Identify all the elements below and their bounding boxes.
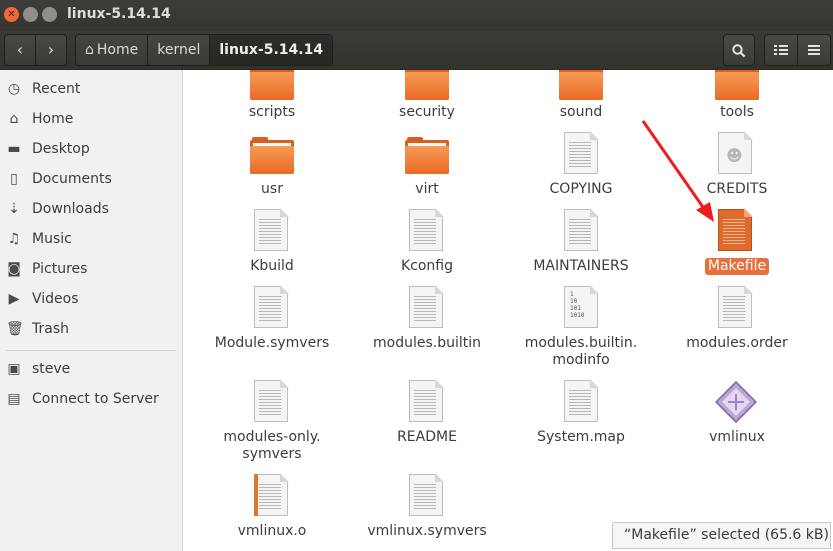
file-grid: scripts security sound tools usr virt CO…: [183, 70, 833, 551]
maximize-window-button[interactable]: [42, 7, 57, 22]
text-file-icon: [409, 379, 444, 422]
list-view-button[interactable]: [765, 35, 797, 65]
server-icon: ▤: [7, 391, 21, 407]
music-icon: ♫: [7, 231, 21, 247]
annotation-arrow: [641, 120, 714, 222]
breadcrumb-kernel[interactable]: kernel: [147, 35, 210, 65]
sidebar-item-downloads[interactable]: ⇣ Downloads: [0, 195, 182, 223]
sidebar-item-desktop[interactable]: ▬ Desktop: [0, 135, 182, 163]
sidebar-item-home[interactable]: ⌂ Home: [0, 105, 182, 133]
minimize-window-button[interactable]: [23, 7, 38, 22]
title-bar: ✕ linux-5.14.14: [0, 0, 833, 31]
folder-icon: [250, 137, 294, 174]
trash-icon: 🗑: [6, 321, 24, 337]
text-file-icon: [254, 208, 289, 251]
back-button[interactable]: ‹: [5, 35, 35, 65]
sidebar-item-videos[interactable]: ▶ Videos: [0, 285, 182, 313]
text-file-icon: [564, 379, 599, 422]
home-icon: ⌂: [85, 42, 94, 58]
menu-icon: [808, 45, 820, 55]
file-item-modules-order[interactable]: modules.order: [662, 285, 812, 371]
file-item-tools[interactable]: tools: [662, 70, 812, 125]
text-file-icon: [718, 285, 753, 328]
file-item-sound[interactable]: sound: [506, 70, 656, 125]
file-item-modules-builtin-modinfo[interactable]: 1 10 101 1010 modules.builtin. modinfo: [506, 285, 656, 371]
file-item-copying[interactable]: COPYING: [506, 131, 656, 202]
window-title: linux-5.14.14: [67, 6, 171, 22]
search-icon: [732, 43, 746, 57]
folder-icon: ▬: [7, 141, 21, 157]
view-controls: [764, 34, 831, 66]
sidebar-item-trash[interactable]: 🗑 Trash: [0, 315, 182, 343]
file-item-vmlinux[interactable]: vmlinux: [662, 380, 812, 450]
toolbar: ‹ › ⌂ Home kernel linux-5.14.14: [0, 31, 833, 70]
text-file-icon: [409, 208, 444, 251]
sidebar-item-documents[interactable]: ▯ Documents: [0, 165, 182, 193]
text-file-icon: [254, 285, 289, 328]
file-item-maintainers[interactable]: MAINTAINERS: [506, 208, 656, 279]
document-icon: ▯: [10, 171, 18, 187]
chevron-right-icon: ›: [47, 40, 55, 59]
executable-icon: [715, 381, 757, 423]
makefile-icon: [718, 208, 753, 251]
file-item-modules-builtin[interactable]: modules.builtin: [352, 285, 502, 371]
file-item-modules-only-symvers[interactable]: modules-only. symvers: [197, 379, 347, 465]
contact-file-icon: ☻: [718, 131, 753, 174]
sidebar-item-connect-to-server[interactable]: ▤ Connect to Server: [0, 385, 182, 413]
selection-status: “Makefile” selected (65.6 kB): [612, 522, 831, 549]
folder-icon: [405, 137, 449, 174]
download-icon: ⇣: [8, 201, 20, 217]
text-file-icon: [409, 285, 444, 328]
history-navigation: ‹ ›: [4, 34, 67, 66]
home-icon: ⌂: [9, 111, 19, 127]
breadcrumb: ⌂ Home kernel linux-5.14.14: [75, 34, 334, 66]
folder-icon: [250, 70, 294, 100]
breadcrumb-current[interactable]: linux-5.14.14: [209, 35, 333, 65]
breadcrumb-home[interactable]: ⌂ Home: [76, 35, 148, 65]
forward-button[interactable]: ›: [35, 35, 66, 65]
text-file-icon: [254, 379, 289, 422]
file-item-readme[interactable]: README: [352, 379, 502, 450]
close-window-button[interactable]: ✕: [4, 7, 19, 22]
binary-file-icon: 1 10 101 1010: [564, 285, 599, 328]
text-file-icon: [409, 473, 444, 516]
file-item-scripts[interactable]: scripts: [197, 70, 347, 125]
sidebar-item-music[interactable]: ♫ Music: [0, 225, 182, 253]
text-file-icon: [564, 131, 599, 174]
camera-icon: ◙: [7, 261, 21, 277]
file-item-usr[interactable]: usr: [197, 132, 347, 202]
clock-icon: ◷: [7, 81, 21, 97]
file-item-module-symvers[interactable]: Module.symvers: [197, 285, 347, 371]
list-view-icon: [774, 45, 788, 55]
menu-button[interactable]: [797, 35, 830, 65]
sidebar-divider: [6, 350, 176, 351]
video-icon: ▶: [8, 291, 20, 307]
chevron-left-icon: ‹: [16, 40, 24, 59]
sidebar-item-steve[interactable]: ▣ steve: [0, 355, 182, 383]
file-item-kbuild[interactable]: Kbuild: [197, 208, 347, 279]
file-item-vmlinux-o[interactable]: vmlinux.o: [197, 473, 347, 544]
search-button[interactable]: [723, 34, 755, 66]
file-item-virt[interactable]: virt: [352, 132, 502, 202]
text-file-icon: [564, 208, 599, 251]
folder-icon: [405, 70, 449, 100]
sidebar-item-pictures[interactable]: ◙ Pictures: [0, 255, 182, 283]
folder-icon: [715, 70, 759, 100]
file-item-system-map[interactable]: System.map: [506, 379, 656, 450]
folder-icon: [559, 70, 603, 100]
file-item-vmlinux-symvers[interactable]: vmlinux.symvers: [352, 473, 502, 544]
file-item-kconfig[interactable]: Kconfig: [352, 208, 502, 279]
file-item-security[interactable]: security: [352, 70, 502, 125]
sidebar-item-recent[interactable]: ◷ Recent: [0, 75, 182, 103]
sidebar: ◷ Recent ⌂ Home ▬ Desktop ▯ Documents ⇣ Downl…: [0, 70, 183, 551]
drive-icon: ▣: [7, 361, 21, 377]
object-file-icon: [254, 473, 289, 516]
